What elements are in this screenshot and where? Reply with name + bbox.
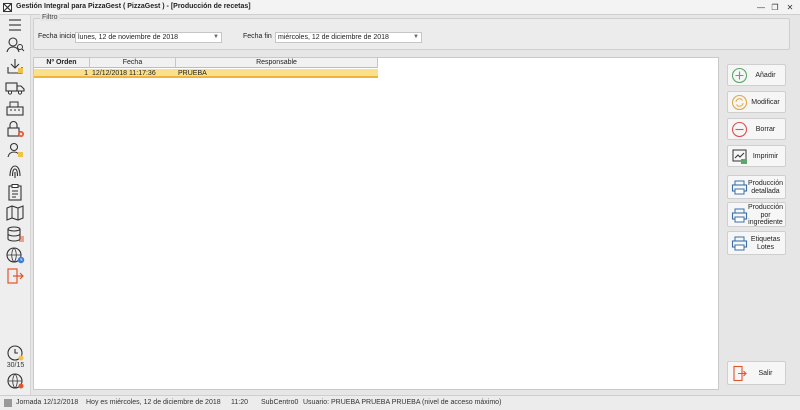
title-bar: Gestión Integral para PizzaGest ( PizzaG… [0,0,800,15]
world-clock-icon[interactable] [4,246,26,264]
end-date-value: miércoles, 12 de diciembre de 2018 [278,34,389,41]
add-label: Añadir [755,72,776,79]
add-button[interactable]: Añadir [727,64,786,86]
print-button[interactable]: Imprimir [727,145,786,167]
filter-legend: Filtro [40,14,60,21]
restore-button[interactable]: ❐ [769,2,781,13]
column-header-orden[interactable]: Nº Orden [34,58,90,68]
truck-icon[interactable] [4,78,26,96]
minimize-button[interactable]: — [755,2,767,13]
modify-button[interactable]: Modificar [727,91,786,113]
map-icon[interactable] [4,204,26,222]
delete-button[interactable]: Borrar [727,118,786,140]
contacts-icon[interactable] [4,141,26,159]
cell-fecha: 12/12/2018 11:17:36 [92,70,156,77]
exit-icon[interactable] [4,267,26,285]
close-button[interactable]: ✕ [784,2,796,13]
production-by-ingredient-line-1: Producción [747,204,784,211]
batch-labels-button[interactable]: Etiquetas Lotes [727,231,786,255]
chevron-down-icon[interactable]: ▼ [213,34,219,40]
status-time: 11:20 [231,399,248,406]
start-date-label: Fecha inicio [38,33,76,40]
sidebar: 30/15 [0,15,31,395]
exit-button[interactable]: Salir [727,361,786,385]
print-report-icon [731,148,748,165]
detailed-production-line-2: detallada [751,187,780,195]
column-header-fecha[interactable]: Fecha [90,58,176,68]
status-today: Hoy es miércoles, 12 de diciembre de 201… [86,399,221,406]
window-title: Gestión Integral para PizzaGest ( PizzaG… [16,3,251,10]
exit-label: Salir [758,370,773,377]
minus-circle-icon [731,121,748,138]
production-table: Nº Orden Fecha Responsable 1 12/12/2018 … [33,57,719,390]
menu-icon[interactable] [4,16,26,34]
column-header-responsable[interactable]: Responsable [176,58,378,68]
production-by-ingredient-button[interactable]: Producción por ingrediente [727,202,786,227]
production-by-ingredient-line-2: por [760,211,771,219]
print-label: Imprimir [752,153,779,160]
status-indicator [4,399,12,407]
exit-door-icon [731,365,748,382]
printer-icon [731,235,748,252]
globe-icon[interactable] [4,372,26,390]
production-by-ingredient-label: Producción por ingrediente [747,204,784,227]
counter-label: 30/15 [6,362,25,369]
batch-labels-label: Etiquetas Lotes [747,236,784,251]
status-jornada: Jornada 12/12/2018 [16,399,79,406]
app-logo-icon [3,3,12,12]
end-date-label: Fecha fin [243,33,272,40]
download-icon[interactable] [4,57,26,75]
printer-icon [731,179,748,196]
clock-icon[interactable] [4,344,26,362]
status-user: Usuario: PRUEBA PRUEBA PRUEBA (nivel de … [303,399,502,406]
table-row[interactable]: 1 12/12/2018 11:17:36 PRUEBA [34,69,378,78]
cell-orden: 1 [84,70,88,77]
end-date-picker[interactable]: miércoles, 12 de diciembre de 2018 ▼ [275,32,422,43]
lock-icon[interactable] [4,120,26,138]
clipboard-icon[interactable] [4,183,26,201]
delete-label: Borrar [755,126,776,133]
printer-icon [731,207,748,224]
status-subcentro: SubCentro0 [261,399,299,406]
detailed-production-line-1: Producción [747,180,784,187]
detailed-production-button[interactable]: Producción detallada [727,175,786,199]
status-bar: Jornada 12/12/2018 Hoy es miércoles, 12 … [0,395,800,410]
production-by-ingredient-line-3: ingrediente [748,219,783,226]
database-icon[interactable] [4,225,26,243]
table-header: Nº Orden Fecha Responsable [34,58,378,68]
search-person-icon[interactable] [4,36,26,54]
modify-label: Modificar [751,99,780,106]
plus-circle-icon [731,67,748,84]
batch-labels-line-1: Etiquetas [750,236,781,243]
refresh-circle-icon [731,94,748,111]
start-date-picker[interactable]: lunes, 12 de noviembre de 2018 ▼ [75,32,222,43]
filter-group: Filtro Fecha inicio lunes, 12 de noviemb… [33,14,790,50]
chevron-down-icon[interactable]: ▼ [413,34,419,40]
batch-labels-line-2: Lotes [756,243,775,251]
start-date-value: lunes, 12 de noviembre de 2018 [78,34,179,41]
cell-responsable: PRUEBA [178,70,207,77]
fingerprint-icon[interactable] [4,162,26,180]
detailed-production-label: Producción detallada [747,180,784,195]
cash-register-icon[interactable] [4,99,26,117]
